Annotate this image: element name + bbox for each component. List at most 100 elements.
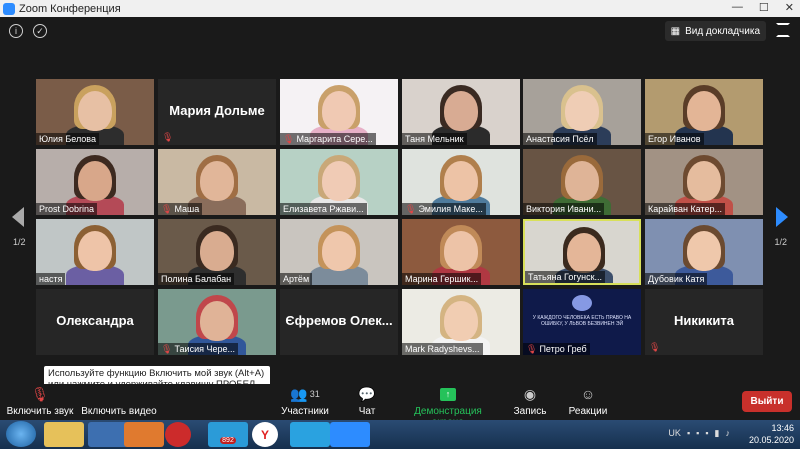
tray-icon[interactable]: ▪ <box>705 428 708 439</box>
participant-tile[interactable]: Анастасия Псёл <box>523 79 641 145</box>
participant-name-label: Полина Балабан <box>158 273 235 285</box>
video-icon <box>80 384 158 404</box>
person-face <box>78 91 112 131</box>
poster-text: У КАЖДОГО ЧЕЛОВЕКА ЕСТЬ ПРАВО НА ОШИБКУ,… <box>532 315 632 327</box>
person-face <box>687 231 721 271</box>
participant-tile[interactable]: 🎙 Маша <box>158 149 276 215</box>
participant-tile[interactable]: Єфремов Олек... <box>280 289 398 355</box>
participants-button[interactable]: 👥 31 Участники <box>278 384 332 420</box>
language-indicator[interactable]: UK <box>668 428 681 439</box>
participant-name-label: Марина Гершик... <box>402 273 482 285</box>
muted-mic-icon: 🎙 <box>405 204 417 214</box>
volume-icon[interactable]: ♪ <box>726 428 731 439</box>
participant-name-label: 🎙 Таисия Чере... <box>158 343 238 355</box>
person-face <box>322 91 356 131</box>
participant-tile[interactable]: настя <box>36 219 154 285</box>
participant-tile[interactable]: Никикита 🎙 <box>645 289 763 355</box>
participant-tile[interactable]: 🎙 Маргарита Сере... <box>280 79 398 145</box>
person-face <box>78 161 112 201</box>
participant-tile[interactable]: У КАЖДОГО ЧЕЛОВЕКА ЕСТЬ ПРАВО НА ОШИБКУ,… <box>523 289 641 355</box>
floppy-icon[interactable] <box>88 422 128 447</box>
participant-tile[interactable]: Олександра <box>36 289 154 355</box>
participants-icon: 👥 <box>290 385 308 402</box>
participant-tile[interactable]: Полина Балабан <box>158 219 276 285</box>
person-face <box>322 161 356 201</box>
tray-icon[interactable]: ▪ <box>687 428 690 439</box>
participant-tile[interactable]: 🎙 Эмилия Маке... <box>402 149 520 215</box>
opera-icon[interactable] <box>165 422 191 447</box>
participant-tile[interactable]: Мария Дольме 🎙 <box>158 79 276 145</box>
page-indicator-right: 1/2 <box>774 237 787 247</box>
participant-tile[interactable]: Егор Иванов <box>645 79 763 145</box>
shield-icon[interactable]: ✓ <box>33 24 47 38</box>
participant-tile[interactable]: Марина Гершик... <box>402 219 520 285</box>
yandex-browser-icon[interactable]: Y <box>252 422 278 447</box>
info-icon[interactable]: i <box>9 24 23 38</box>
participant-tile[interactable]: 🎙 Таисия Чере... <box>158 289 276 355</box>
participant-name: Таня Мельник <box>405 134 464 144</box>
participant-name: Маргарита Сере... <box>296 134 373 144</box>
close-button[interactable]: ✕ <box>785 1 794 14</box>
meeting-toolbar: 🎙 Включить звук Включить видео 👥 31 Участ… <box>0 384 800 428</box>
participant-tile[interactable]: Prost Dobrina <box>36 149 154 215</box>
participant-tile[interactable]: Таня Мельник <box>402 79 520 145</box>
skype-icon[interactable] <box>290 422 330 447</box>
chat-button[interactable]: 💬 Чат <box>352 384 382 420</box>
clock-date: 20.05.2020 <box>748 435 794 445</box>
start-icon[interactable] <box>6 421 36 447</box>
participant-name-label: Елизавета Ржави... <box>280 203 367 215</box>
zoom-taskbar-icon[interactable] <box>330 422 370 447</box>
participant-tile[interactable]: Елизавета Ржави... <box>280 149 398 215</box>
reactions-button[interactable]: ☺ Реакции <box>566 384 610 420</box>
clock[interactable]: 13:46 20.05.2020 <box>749 422 794 446</box>
participant-name: Елизавета Ржави... <box>283 204 364 214</box>
person-face <box>565 91 599 131</box>
grid-icon: ▦ <box>670 25 681 37</box>
network-icon[interactable]: ▮ <box>715 428 720 439</box>
participant-name-label: 🎙 Маша <box>158 203 203 215</box>
prev-page-arrow[interactable] <box>12 207 24 227</box>
clock-time: 13:46 <box>771 423 794 433</box>
participant-tile[interactable]: Дубовик Катя <box>645 219 763 285</box>
poster-logo <box>572 295 592 311</box>
person-face <box>444 161 478 201</box>
leave-button[interactable]: Выйти <box>742 391 792 412</box>
participant-name-label: Виктория Ивани... <box>523 203 605 215</box>
start-video-button[interactable]: Включить видео <box>80 384 158 420</box>
participant-name: Маша <box>174 204 200 214</box>
participant-tile[interactable]: Артём <box>280 219 398 285</box>
participant-tile[interactable]: Карайван Катер... <box>645 149 763 215</box>
telegram-icon[interactable]: 892 <box>208 422 248 447</box>
record-button[interactable]: ◉ Запись <box>510 384 550 420</box>
participant-name-label: Таня Мельник <box>402 133 467 145</box>
share-screen-button[interactable]: ↑ Демонстрация экрана <box>400 384 496 428</box>
record-icon: ◉ <box>523 385 537 402</box>
next-page-arrow[interactable] <box>776 207 788 227</box>
minimize-button[interactable]: — <box>732 1 743 14</box>
fullscreen-icon[interactable] <box>776 23 790 37</box>
participant-name: Дубовик Катя <box>648 274 705 284</box>
maximize-button[interactable]: ☐ <box>759 1 769 14</box>
participant-tile[interactable]: Татьяна Гогунск... <box>523 219 641 285</box>
explorer-icon[interactable] <box>44 422 84 447</box>
zoom-app-icon <box>3 2 15 15</box>
muted-mic-icon: 🎙 <box>649 342 661 352</box>
chat-icon: 💬 <box>358 385 376 402</box>
person-face <box>78 231 112 271</box>
unmute-button[interactable]: 🎙 Включить звук <box>4 384 76 420</box>
participant-name-label: Mark Radyshevs... <box>402 343 483 355</box>
tray-icon[interactable]: ▪ <box>696 428 699 439</box>
media-player-icon[interactable] <box>124 422 164 447</box>
person-face <box>687 91 721 131</box>
window-titlebar: Zoom Конференция — ☐ ✕ <box>0 0 800 17</box>
participant-name-label: Егор Иванов <box>645 133 704 145</box>
participant-name: Полина Балабан <box>161 274 232 284</box>
record-label: Запись <box>513 406 547 417</box>
participant-name: Татьяна Гогунск... <box>528 272 603 282</box>
chat-label: Чат <box>358 406 376 417</box>
participant-tile[interactable]: Юлия Белова <box>36 79 154 145</box>
participant-tile[interactable]: Mark Radyshevs... <box>402 289 520 355</box>
speaker-view-button[interactable]: ▦ Вид докладчика <box>664 21 766 41</box>
participant-tile[interactable]: Виктория Ивани... <box>523 149 641 215</box>
participant-name: Prost Dobrina <box>39 204 95 214</box>
